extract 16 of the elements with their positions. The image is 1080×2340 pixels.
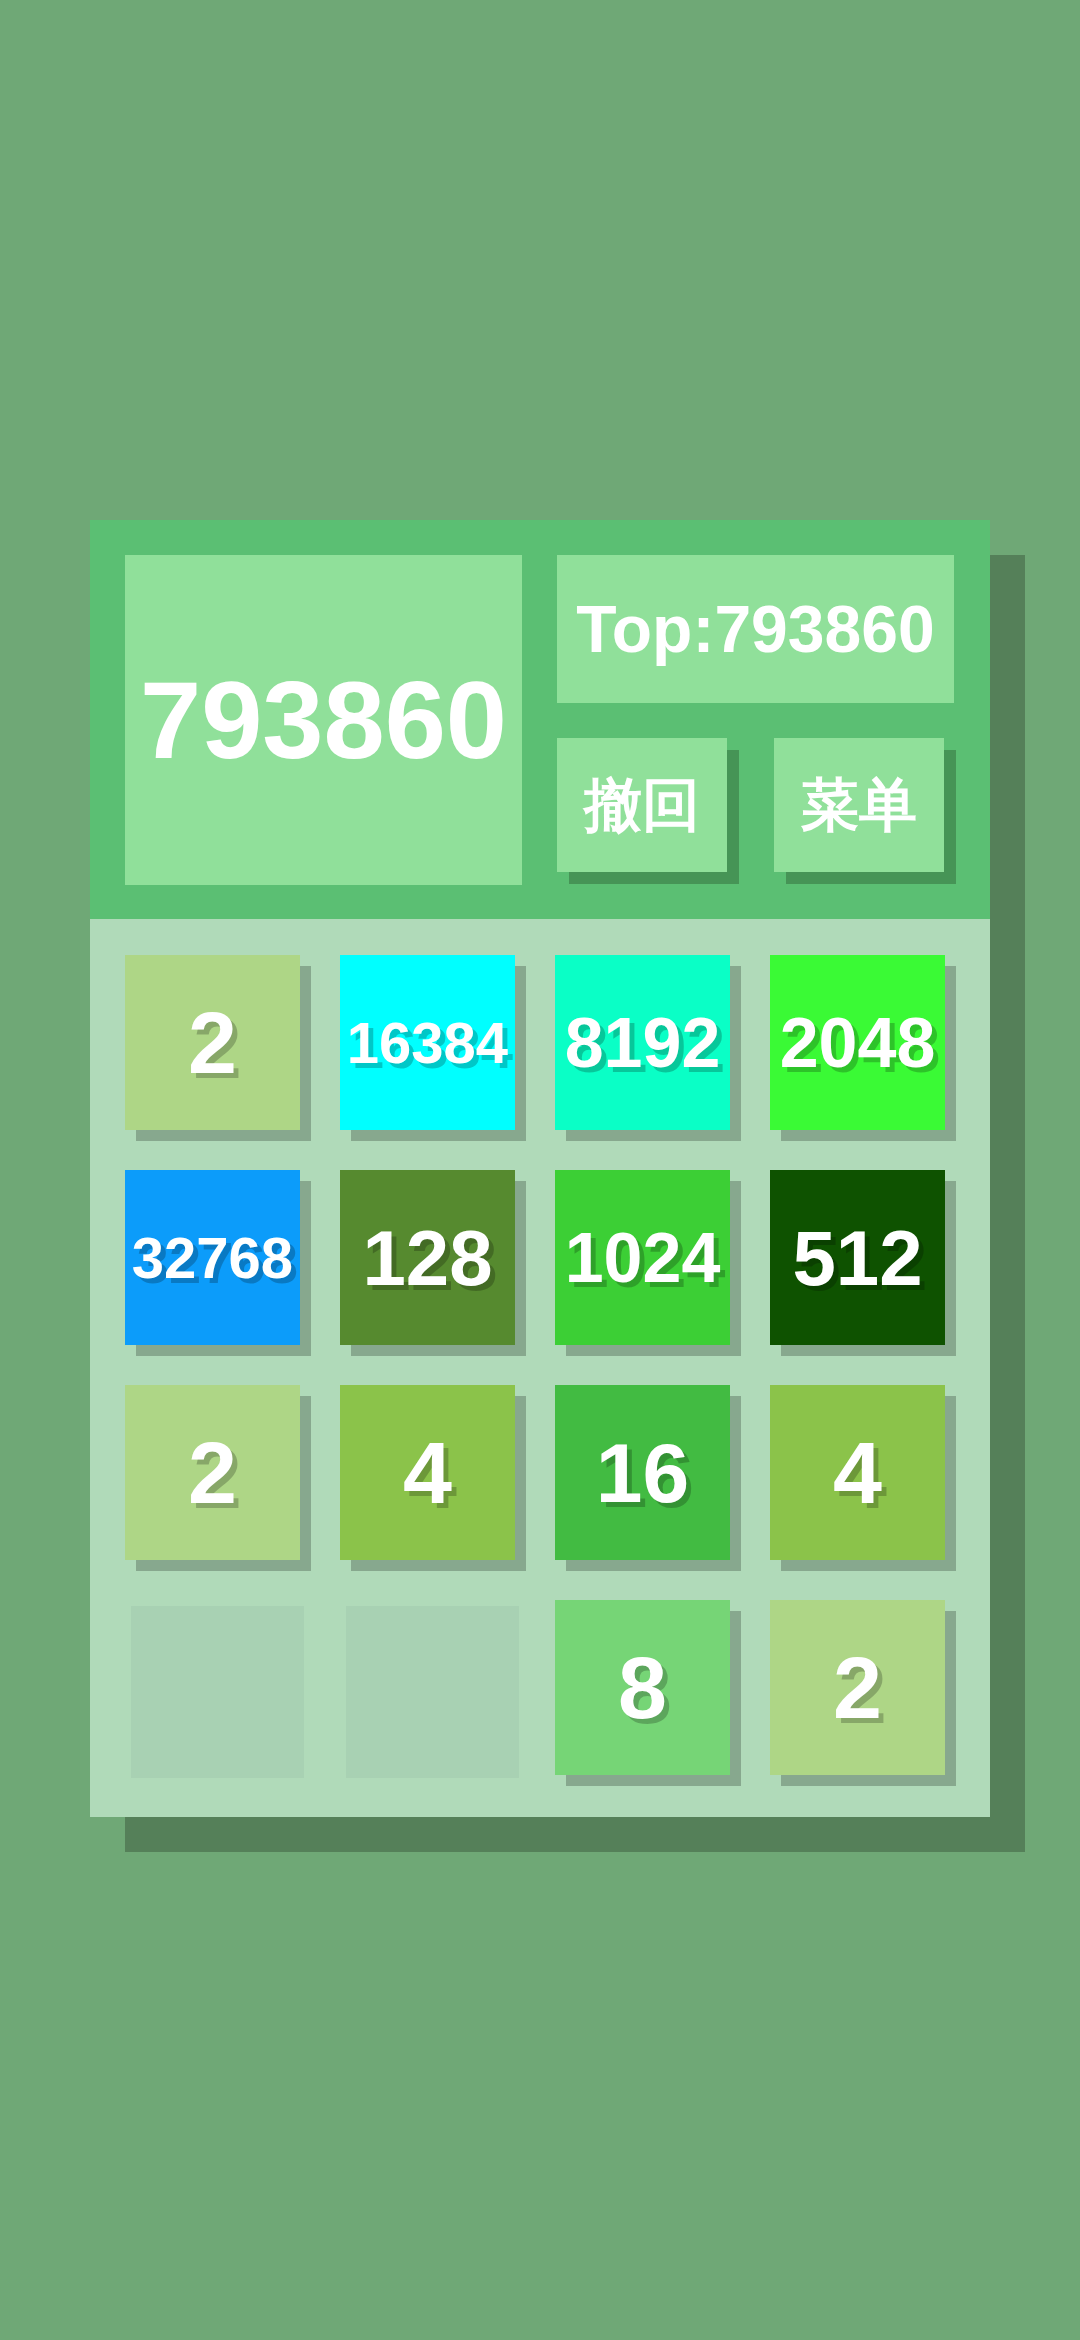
tile-number: 2 [188,1428,237,1517]
tile-number: 4 [403,1428,452,1517]
current-score: 793860 [125,555,522,885]
best-score: Top:793860 [557,555,954,703]
tile-number: 32768 [131,1228,294,1287]
tile-number: 16384 [346,1013,509,1072]
tile-number: 2048 [779,1007,936,1078]
tile-number: 2 [833,1643,882,1732]
tile-number: 1024 [564,1222,721,1293]
tile-number: 4 [833,1428,882,1517]
tile-number: 16 [595,1430,690,1515]
tile-number: 512 [792,1218,923,1297]
tile-number: 128 [362,1218,493,1297]
tile-number: 2 [188,998,237,1087]
tile-number: 8192 [564,1007,721,1078]
tile-number: 8 [618,1643,667,1732]
